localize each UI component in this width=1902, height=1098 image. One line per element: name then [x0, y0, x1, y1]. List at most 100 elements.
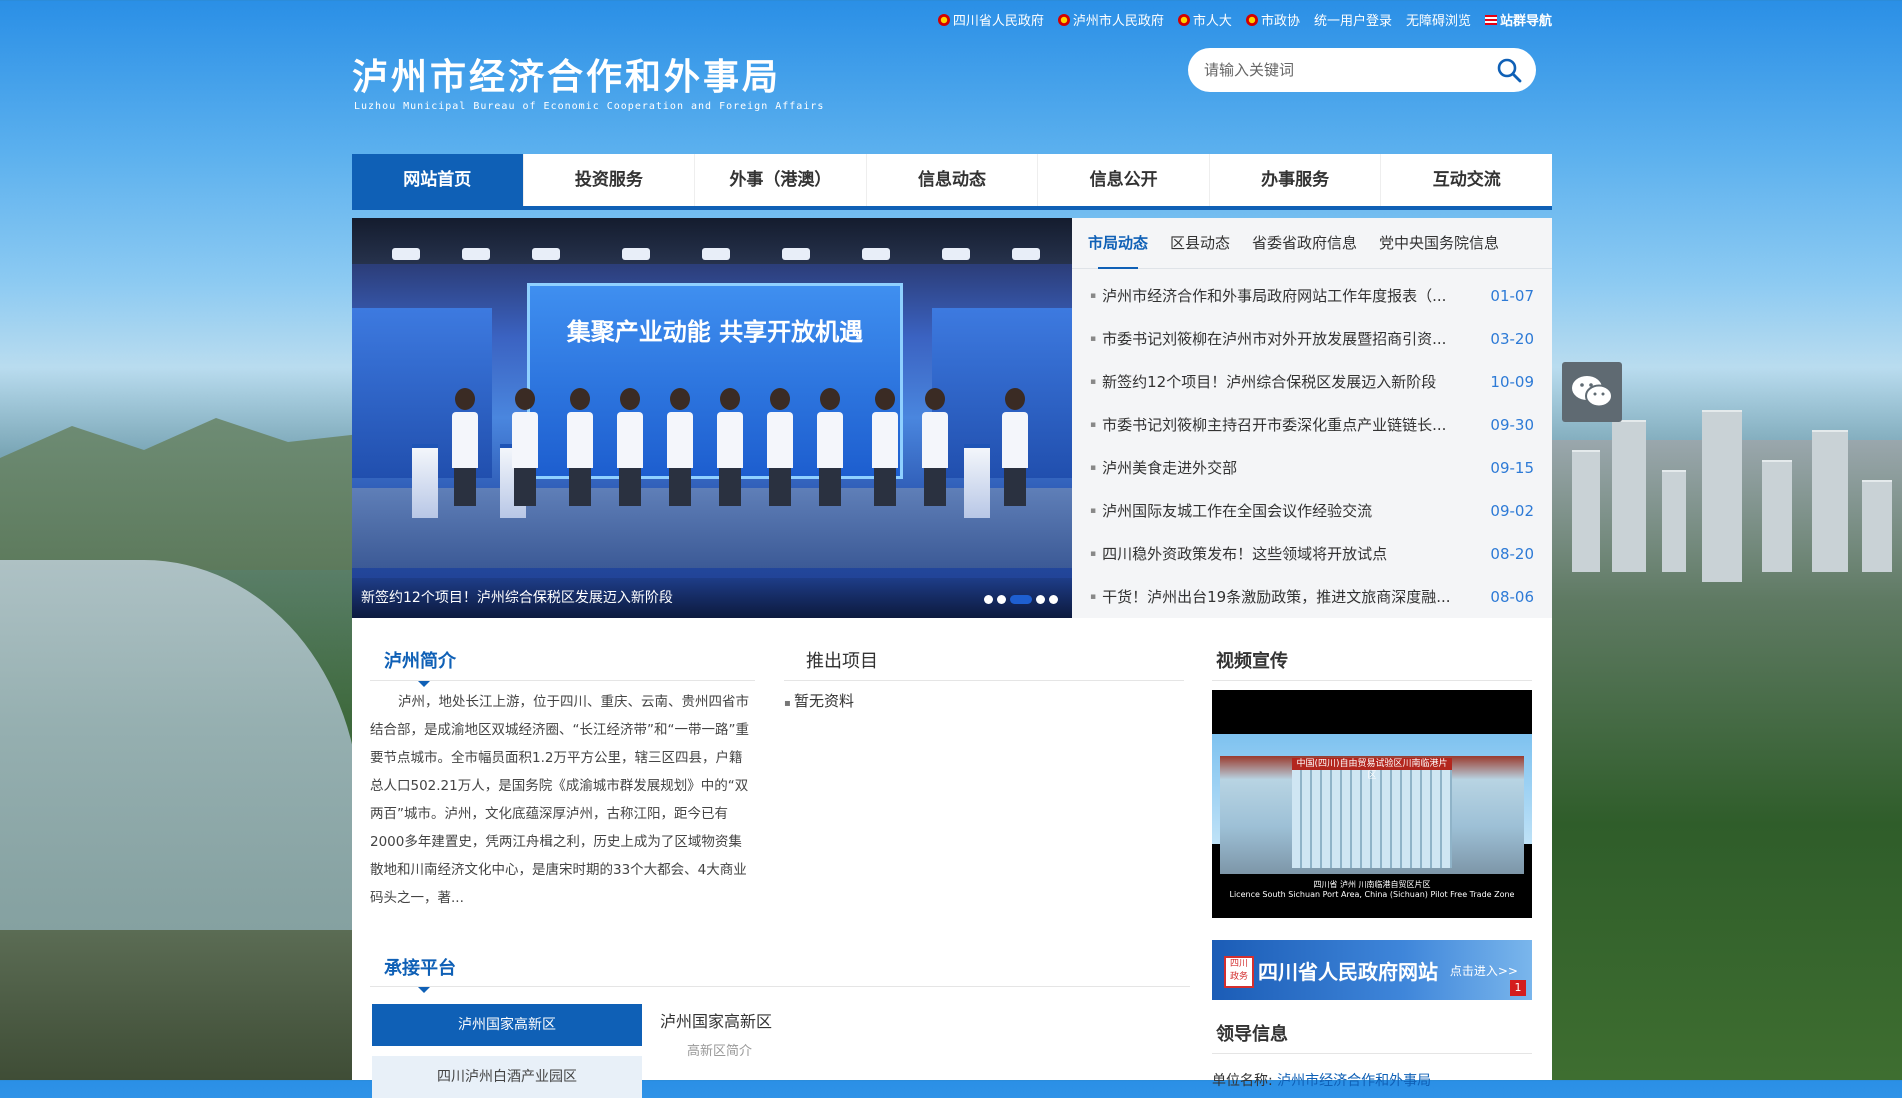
platform-title[interactable]: 承接平台: [384, 954, 456, 980]
nav-interaction[interactable]: 互动交流: [1381, 154, 1552, 206]
carousel-dot-active[interactable]: [1010, 595, 1032, 604]
news-date: 08-06: [1490, 588, 1534, 606]
video-sign: 中国(四川)自由贸易试验区川南临港片区: [1292, 758, 1452, 781]
background-town-left: [0, 930, 360, 1080]
lower-content: 泸州简介 泸州，地处长江上游，位于四川、重庆、云南、贵州四省市结合部，是成渝地区…: [352, 618, 1552, 1098]
emblem-icon: [1057, 13, 1070, 26]
news-date: 08-20: [1490, 545, 1534, 563]
platform-detail-sub[interactable]: 高新区简介: [687, 1040, 752, 1059]
top-links: 四川省人民政府 泸州市人民政府 市人大 市政协 统一用户登录 无障碍浏览 站群导…: [937, 10, 1552, 29]
intro-title[interactable]: 泸州简介: [384, 647, 456, 673]
platform-tab-liquor-park[interactable]: 四川泸州白酒产业园区: [372, 1056, 642, 1098]
news-item[interactable]: 新签约12个项目！泸州综合保税区发展迈入新阶段 10-09: [1072, 361, 1552, 404]
person: [512, 388, 538, 508]
news-date: 10-09: [1490, 373, 1534, 391]
background-river: [0, 560, 360, 980]
news-title: 泸州市经济合作和外事局政府网站工作年度报表（...: [1090, 275, 1470, 318]
person: [1002, 388, 1028, 508]
news-date: 01-07: [1490, 287, 1534, 305]
site-title[interactable]: 泸州市经济合作和外事局: [352, 48, 781, 100]
top-link-npc[interactable]: 市人大: [1177, 10, 1232, 29]
emblem-icon: [1177, 13, 1190, 26]
news-item[interactable]: 泸州国际友城工作在全国会议作经验交流 09-02: [1072, 490, 1552, 533]
stage-screen-title: 集聚产业动能 共享开放机遇: [566, 317, 864, 346]
section-divider: [1212, 1053, 1532, 1054]
video-building-glass: [1292, 768, 1452, 868]
video-caption-en: Licence South Sichuan Port Area, China (…: [1229, 890, 1515, 899]
nav-services[interactable]: 办事服务: [1210, 154, 1382, 206]
wechat-icon: [1572, 376, 1613, 408]
tab-provincial-info[interactable]: 省委省政府信息: [1252, 218, 1357, 268]
top-link-cppcc[interactable]: 市政协: [1245, 10, 1300, 29]
news-item[interactable]: 四川稳外资政策发布！这些领域将开放试点 08-20: [1072, 533, 1552, 576]
nav-home[interactable]: 网站首页: [352, 154, 524, 206]
carousel-dot[interactable]: [1036, 595, 1045, 604]
top-link-site-nav[interactable]: 站群导航: [1484, 10, 1552, 29]
news-item[interactable]: 干货！泸州出台19条激励政策，推进文旅商深度融... 08-06: [1072, 576, 1552, 619]
gov-banner-enter: 点击进入>>: [1449, 964, 1518, 978]
top-link-sichuan-gov[interactable]: 四川省人民政府: [937, 10, 1044, 29]
emblem-icon: [937, 13, 950, 26]
video-title[interactable]: 视频宣传: [1216, 647, 1288, 673]
video-player[interactable]: 中国(四川)自由贸易试验区川南临港片区 四川省 泸州 川南临港自贸区片区 Lic…: [1212, 690, 1532, 918]
search-icon[interactable]: [1496, 57, 1522, 83]
top-link-luzhou-gov[interactable]: 泸州市人民政府: [1057, 10, 1164, 29]
nav-foreign-affairs[interactable]: 外事（港澳）: [695, 154, 867, 206]
person: [817, 388, 843, 508]
news-item[interactable]: 泸州美食走进外交部 09-15: [1072, 447, 1552, 490]
section-divider: [1212, 680, 1532, 681]
intro-text: 泸州，地处长江上游，位于四川、重庆、云南、贵州四省市结合部，是成渝地区双城经济圈…: [370, 694, 749, 906]
banner-carousel[interactable]: 集聚产业动能 共享开放机遇 新签约12个项目！泸州综合保税区发展迈入新阶段: [352, 218, 1072, 618]
news-title: 干货！泸州出台19条激励政策，推进文旅商深度融...: [1090, 576, 1470, 619]
carousel-dot[interactable]: [1049, 595, 1058, 604]
projects-title[interactable]: 推出项目: [806, 647, 878, 673]
search-box: [1188, 48, 1536, 92]
news-tabs: 市局动态 区县动态 省委省政府信息 党中央国务院信息: [1072, 218, 1552, 269]
tab-city-bureau-news[interactable]: 市局动态: [1088, 218, 1148, 269]
wechat-float-button[interactable]: [1562, 362, 1622, 422]
flag-icon: [1484, 14, 1497, 25]
carousel-dot[interactable]: [984, 595, 993, 604]
news-date: 09-30: [1490, 416, 1534, 434]
news-date: 09-15: [1490, 459, 1534, 477]
nav-disclosure[interactable]: 信息公开: [1038, 154, 1210, 206]
person: [872, 388, 898, 508]
news-list: 泸州市经济合作和外事局政府网站工作年度报表（... 01-07 市委书记刘筱柳在泸…: [1072, 269, 1552, 619]
nav-news[interactable]: 信息动态: [867, 154, 1039, 206]
gov-banner-label: 四川省人民政府网站: [1258, 960, 1438, 984]
search-input[interactable]: [1202, 60, 1486, 80]
news-title: 泸州国际友城工作在全国会议作经验交流: [1090, 490, 1470, 533]
news-item[interactable]: 泸州市经济合作和外事局政府网站工作年度报表（... 01-07: [1072, 275, 1552, 318]
person: [767, 388, 793, 508]
leader-unit-link[interactable]: 泸州市经济合作和外事局: [1277, 1073, 1431, 1089]
projects-empty: 暂无资料: [784, 690, 854, 711]
leader-unit-label: 单位名称:: [1212, 1073, 1273, 1089]
emblem-icon: [1245, 13, 1258, 26]
top-link-login[interactable]: 统一用户登录: [1314, 10, 1392, 29]
news-title: 市委书记刘筱柳主持召开市委深化重点产业链链长...: [1090, 404, 1470, 447]
top-link-accessibility[interactable]: 无障碍浏览: [1406, 10, 1471, 29]
section-marker: [418, 987, 430, 993]
main-nav: 网站首页 投资服务 外事（港澳） 信息动态 信息公开 办事服务 互动交流: [352, 154, 1552, 210]
person: [667, 388, 693, 508]
nav-investment[interactable]: 投资服务: [524, 154, 696, 206]
carousel-dot[interactable]: [997, 595, 1006, 604]
person: [922, 388, 948, 508]
news-title: 四川稳外资政策发布！这些领域将开放试点: [1090, 533, 1470, 576]
platform-tab-hitech-zone[interactable]: 泸州国家高新区: [372, 1004, 642, 1046]
news-date: 03-20: [1490, 330, 1534, 348]
person: [452, 388, 478, 508]
news-title: 市委书记刘筱柳在泸州市对外开放发展暨招商引资...: [1090, 318, 1470, 361]
news-panel: 市局动态 区县动态 省委省政府信息 党中央国务院信息 泸州市经济合作和外事局政府…: [1072, 218, 1552, 618]
news-item[interactable]: 市委书记刘筱柳主持召开市委深化重点产业链链长... 09-30: [1072, 404, 1552, 447]
banner-caption[interactable]: 新签约12个项目！泸州综合保税区发展迈入新阶段: [352, 578, 1072, 618]
person: [617, 388, 643, 508]
sichuan-gov-banner[interactable]: 四川政务 四川省人民政府网站 点击进入>> 1: [1212, 940, 1532, 1000]
stage-lights: [352, 218, 1072, 264]
platform-detail-title[interactable]: 泸州国家高新区: [660, 1008, 772, 1032]
leaders-title[interactable]: 领导信息: [1216, 1020, 1288, 1046]
tab-district-news[interactable]: 区县动态: [1170, 218, 1230, 268]
video-caption-cn: 四川省 泸州 川南临港自贸区片区: [1313, 880, 1431, 889]
news-item[interactable]: 市委书记刘筱柳在泸州市对外开放发展暨招商引资... 03-20: [1072, 318, 1552, 361]
tab-central-info[interactable]: 党中央国务院信息: [1379, 218, 1499, 268]
